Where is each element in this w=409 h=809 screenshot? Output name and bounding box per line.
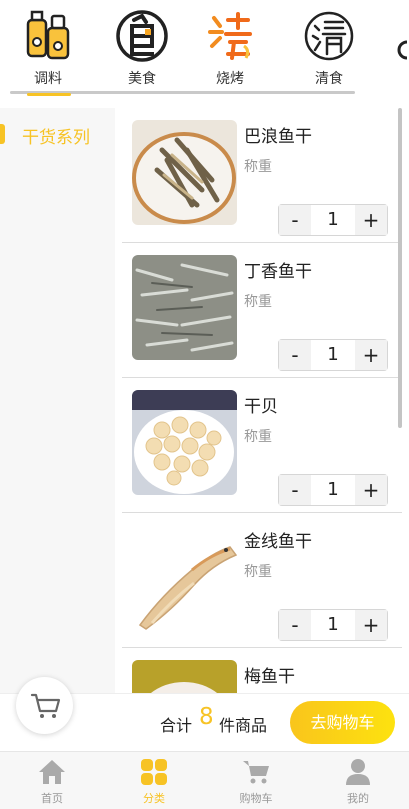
user-icon [346,759,370,785]
product-image [132,525,237,630]
category-grid-icon [141,759,167,785]
home-icon [39,760,65,784]
floating-cart-button[interactable] [16,677,73,734]
list-scrollbar[interactable] [398,108,402,428]
product-name: 金线鱼干 [244,532,312,552]
decrease-button[interactable]: - [279,610,311,640]
quantity-stepper: - 1 + [278,474,388,506]
sidebar-item-dried-goods[interactable]: 干货系列 [0,120,115,148]
product-item[interactable]: 梅鱼干 [122,648,402,693]
product-list[interactable]: 巴浪鱼干 称重 - 1 + 丁香鱼干 称重 - 1 + 干贝 称重 - 1 + … [122,108,402,693]
category-label: 调料 [34,71,62,87]
product-image [132,390,237,495]
sidebar-item-label: 干货系列 [22,128,90,148]
clear-food-character-icon [304,11,354,61]
quantity-value[interactable]: 1 [311,340,355,370]
quantity-stepper: - 1 + [278,204,388,236]
shopping-cart-icon [30,693,61,718]
go-to-cart-button[interactable]: 去购物车 [290,701,395,744]
product-unit: 称重 [244,429,272,445]
product-item[interactable]: 巴浪鱼干 称重 - 1 + [122,108,402,243]
bbq-flame-character-icon [208,12,252,60]
product-item[interactable]: 干贝 称重 - 1 + [122,378,402,513]
shopping-cart-icon [243,761,269,784]
decrease-button[interactable]: - [279,475,311,505]
category-item-seasoning[interactable]: 调料 [18,6,78,92]
tab-label: 购物车 [239,792,273,805]
quantity-stepper: - 1 + [278,339,388,371]
category-sidebar: 干货系列 [0,108,115,693]
quantity-stepper: - 1 + [278,609,388,641]
product-unit: 称重 [244,564,272,580]
category-item-food[interactable]: 美食 [112,6,172,92]
increase-button[interactable]: + [355,205,387,235]
sidebar-active-marker [0,124,5,144]
tab-home[interactable]: 首页 [22,758,82,808]
next-category-icon[interactable] [397,38,409,62]
product-image [132,660,237,693]
product-name: 干贝 [244,397,278,417]
product-name: 梅鱼干 [244,667,295,687]
cart-item-count: 8 [199,704,214,730]
quantity-value[interactable]: 1 [311,205,355,235]
product-name: 巴浪鱼干 [244,127,312,147]
product-unit: 称重 [244,159,272,175]
seasoning-bottles-icon [26,10,70,60]
increase-button[interactable]: + [355,475,387,505]
active-category-indicator [27,93,71,96]
food-character-icon [116,10,168,62]
tab-cart[interactable]: 购物车 [226,758,286,808]
tab-label: 首页 [41,792,63,805]
category-label: 清食 [315,71,343,87]
product-name: 丁香鱼干 [244,262,312,282]
bottom-tab-bar: 首页 分类 购物车 我的 [0,751,409,809]
quantity-value[interactable]: 1 [311,610,355,640]
tab-category[interactable]: 分类 [124,758,184,808]
tab-label: 分类 [143,792,165,805]
category-item-bbq[interactable]: 烧烤 [200,6,260,92]
increase-button[interactable]: + [355,610,387,640]
cart-total-label: 合计 [160,716,193,735]
decrease-button[interactable]: - [279,205,311,235]
product-unit: 称重 [244,294,272,310]
product-item[interactable]: 金线鱼干 称重 - 1 + [122,513,402,648]
decrease-button[interactable]: - [279,340,311,370]
tab-me[interactable]: 我的 [328,758,388,808]
tab-label: 我的 [347,792,369,805]
product-image [132,120,237,225]
quantity-value[interactable]: 1 [311,475,355,505]
increase-button[interactable]: + [355,340,387,370]
cart-count-unit: 件商品 [219,716,268,735]
product-item[interactable]: 丁香鱼干 称重 - 1 + [122,243,402,378]
category-bar: 调料 美食 烧烤 清食 [0,0,409,96]
category-label: 烧烤 [216,71,244,87]
product-image [132,255,237,360]
category-item-clear-food[interactable]: 清食 [299,6,359,92]
category-label: 美食 [128,71,156,87]
